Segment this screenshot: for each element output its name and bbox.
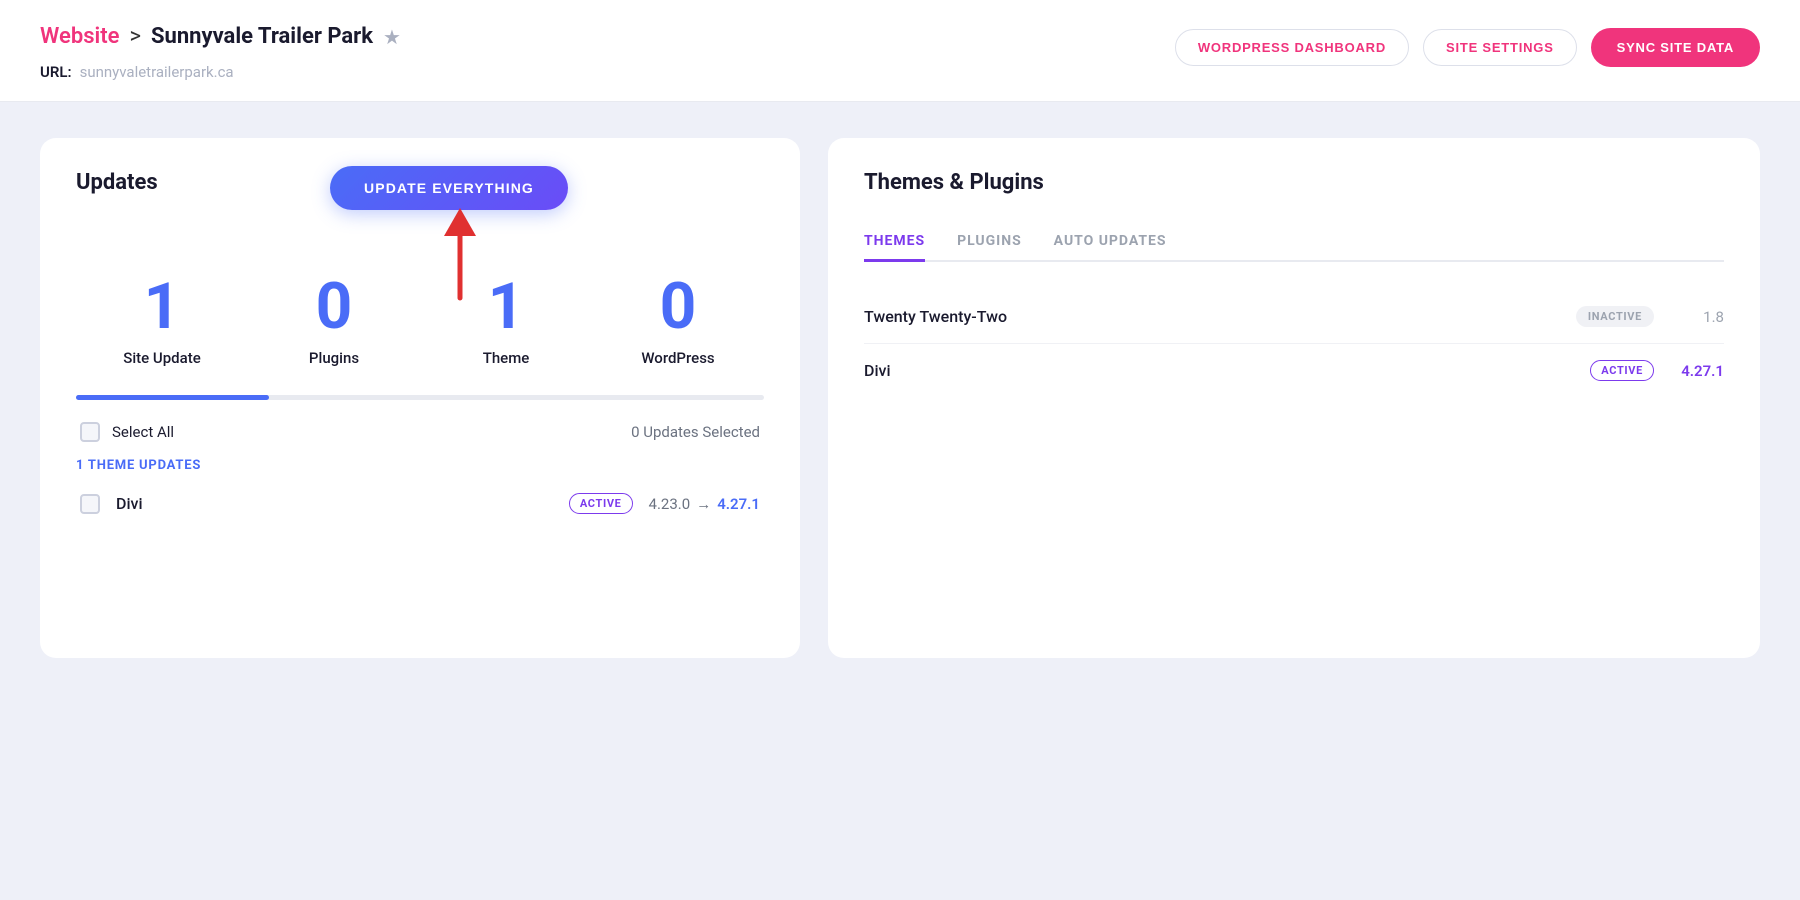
url-value: sunnyvaletrailerpark.ca (80, 63, 234, 81)
theme-name-divi: Divi (864, 361, 1590, 380)
select-all-label[interactable]: Select All (112, 423, 174, 441)
stat-wordpress-number: 0 (592, 275, 764, 339)
progress-bar-fill (76, 395, 269, 400)
stat-plugins: 0 Plugins (248, 275, 420, 367)
select-all-checkbox[interactable] (80, 422, 100, 442)
site-settings-button[interactable]: SITE SETTINGS (1423, 29, 1577, 66)
divi-version-display: 4.27.1 (1674, 362, 1724, 380)
breadcrumb-site-name: Sunnyvale Trailer Park (151, 24, 373, 49)
update-everything-button[interactable]: UPDATE EVERYTHING (330, 166, 568, 210)
themes-plugins-panel: Themes & Plugins THEMES PLUGINS AUTO UPD… (828, 138, 1760, 658)
divi-update-name: Divi (116, 494, 553, 513)
update-item-divi: Divi ACTIVE 4.23.0 → 4.27.1 (76, 487, 764, 520)
theme-row-divi: Divi ACTIVE 4.27.1 (864, 344, 1724, 397)
stat-site-update-number: 1 (76, 275, 248, 339)
stat-wordpress-label: WordPress (592, 349, 764, 367)
divi-active-badge-right: ACTIVE (1590, 360, 1654, 381)
wordpress-dashboard-button[interactable]: WORDPRESS DASHBOARD (1175, 29, 1409, 66)
select-all-row: Select All 0 Updates Selected (76, 422, 764, 442)
theme-name-twentytwentytwo: Twenty Twenty-Two (864, 307, 1576, 326)
theme-row-twentytwentytwo: Twenty Twenty-Two INACTIVE 1.8 (864, 290, 1724, 344)
stat-site-update: 1 Site Update (76, 275, 248, 367)
main-content: Updates UPDATE EVERYTHING 1 Site Update … (0, 102, 1800, 694)
select-all-left: Select All (80, 422, 174, 442)
theme-updates-section-label: 1 THEME UPDATES (76, 458, 764, 473)
twentytwentytwo-inactive-badge: INACTIVE (1576, 306, 1654, 327)
themes-plugins-title: Themes & Plugins (864, 170, 1724, 195)
progress-bar-track (76, 395, 764, 400)
twentytwentytwo-version: 1.8 (1674, 308, 1724, 326)
breadcrumb: Website > Sunnyvale Trailer Park ★ (40, 24, 401, 49)
stat-site-update-label: Site Update (76, 349, 248, 367)
header-left: Website > Sunnyvale Trailer Park ★ URL: … (40, 24, 401, 81)
tab-themes[interactable]: THEMES (864, 223, 925, 262)
stat-theme: 1 Theme (420, 275, 592, 367)
url-label: URL: (40, 63, 72, 81)
divi-version-to: 4.27.1 (717, 495, 760, 513)
divi-update-checkbox[interactable] (80, 494, 100, 514)
header: Website > Sunnyvale Trailer Park ★ URL: … (0, 0, 1800, 102)
tab-auto-updates[interactable]: AUTO UPDATES (1054, 223, 1167, 262)
breadcrumb-website-link[interactable]: Website (40, 24, 119, 49)
version-arrow: → (696, 495, 711, 513)
updates-selected-count: 0 Updates Selected (631, 423, 760, 441)
stat-theme-label: Theme (420, 349, 592, 367)
tab-plugins[interactable]: PLUGINS (957, 223, 1022, 262)
stat-plugins-label: Plugins (248, 349, 420, 367)
stats-row: 1 Site Update 0 Plugins 1 Theme 0 WordPr… (76, 275, 764, 367)
favorite-star-icon[interactable]: ★ (383, 25, 401, 49)
header-right: WORDPRESS DASHBOARD SITE SETTINGS SYNC S… (1175, 28, 1760, 67)
stat-wordpress: 0 WordPress (592, 275, 764, 367)
sync-site-data-button[interactable]: SYNC SITE DATA (1591, 28, 1760, 67)
stat-theme-number: 1 (420, 275, 592, 339)
divi-version-from: 4.23.0 (649, 495, 691, 513)
breadcrumb-separator: > (129, 24, 141, 49)
url-row: URL: sunnyvaletrailerpark.ca (40, 63, 401, 81)
tabs-row: THEMES PLUGINS AUTO UPDATES (864, 223, 1724, 262)
divi-active-badge: ACTIVE (569, 493, 633, 514)
updates-panel: Updates UPDATE EVERYTHING 1 Site Update … (40, 138, 800, 658)
stat-plugins-number: 0 (248, 275, 420, 339)
divi-version-info: 4.23.0 → 4.27.1 (649, 495, 760, 513)
